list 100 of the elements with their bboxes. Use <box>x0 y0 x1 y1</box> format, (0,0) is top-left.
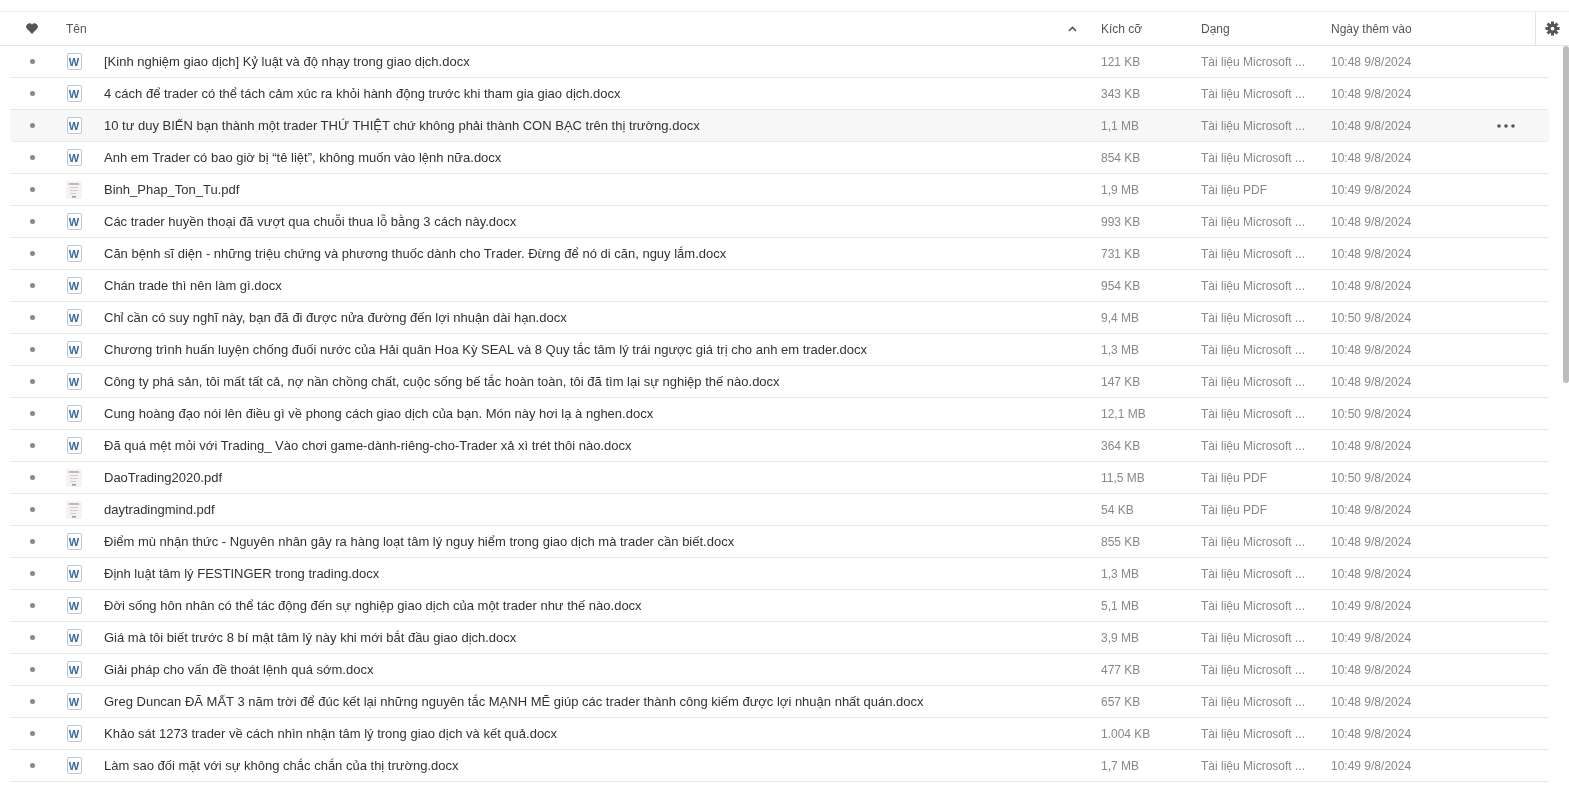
bullet-icon[interactable] <box>29 59 35 64</box>
file-type: Tài liệu Microsoft ... <box>1201 758 1306 773</box>
file-name[interactable]: DaoTrading2020.pdf <box>104 470 223 485</box>
bullet-icon[interactable] <box>29 635 35 640</box>
bullet-icon[interactable] <box>29 699 35 704</box>
file-type: Tài liệu Microsoft ... <box>1201 118 1306 133</box>
file-name[interactable]: Chương trình huấn luyện chống đuối nước của Hải quân Hoa Kỳ SEAL và 8 Quy tắc tâm lý trái ngược giá trị cho anh em trader.docx <box>104 342 867 357</box>
file-type: Tài liệu Microsoft ... <box>1201 406 1306 421</box>
file-size: 954 KB <box>1101 278 1141 293</box>
bullet-icon[interactable] <box>29 123 35 128</box>
file-name[interactable]: Căn bệnh sĩ diện - những triệu chứng và phương thuốc dành cho Trader. Đừng để nó di căn, nguy lắm.docx <box>104 246 727 261</box>
table-row[interactable]: W Làm sao đối mặt với sự không chắc chắn của thị trường.docx 1,7 MB Tài liệu Microsoft ... 10:49 9/8/2024 <box>10 750 1549 782</box>
heart-icon[interactable] <box>26 23 38 34</box>
file-type: Tài liệu Microsoft ... <box>1201 86 1306 101</box>
file-size: 343 KB <box>1101 86 1141 101</box>
table-row[interactable]: W Chán trade thì nên làm gì.docx 954 KB Tài liệu Microsoft ... 10:48 9/8/2024 <box>10 270 1549 302</box>
column-header[interactable]: Kích cỡ <box>1101 21 1143 36</box>
file-name[interactable]: Chỉ cần có suy nghĩ này, bạn đã đi được nửa đường đến lợi nhuận dài hạn.docx <box>104 310 567 325</box>
file-name[interactable]: Định luật tâm lý FESTINGER trong trading.docx <box>104 566 380 581</box>
settings-icon[interactable] <box>1545 21 1560 36</box>
file-size: 1,3 MB <box>1101 342 1139 357</box>
file-name[interactable]: Khảo sát 1273 trader về cách nhìn nhận tâm lý trong giao dịch và kết quả.docx <box>104 726 558 741</box>
file-name[interactable]: Điểm mù nhận thức - Nguyên nhân gây ra hàng loạt tâm lý nguy hiểm trong giao dịch mà trader cần biết.docx <box>104 534 735 549</box>
bullet-icon[interactable] <box>29 379 35 384</box>
table-row[interactable]: W Greg Duncan ĐÃ MẤT 3 năm trời để đúc kết lại những nguyên tắc MẠNH MẼ giúp các trader thành công kiếm được lợi nhuận nhất quán.docx 657 KB Tài liệu Microsoft ... 10:48 9/8/2024 <box>10 686 1549 718</box>
date-added: 10:50 9/8/2024 <box>1331 470 1412 485</box>
table-row[interactable]: W Đời sống hôn nhân có thể tác động đến sự nghiệp giao dịch của một trader như thế nào.docx 5,1 MB Tài liệu Microsoft ... 10:49 9/8/2024 <box>10 590 1549 622</box>
bullet-icon[interactable] <box>29 571 35 576</box>
scrollbar-thumb[interactable] <box>1563 46 1569 383</box>
word-file-icon: W <box>66 277 82 294</box>
bullet-icon[interactable] <box>29 667 35 672</box>
word-file-icon: W <box>66 373 82 390</box>
bullet-icon[interactable] <box>29 155 35 160</box>
table-row[interactable]: W 10 tư duy BIẾN bạn thành một trader THỨ THIỆT chứ không phải thành CON BẠC trên thị trường.docx 1,1 MB Tài liệu Microsoft ... 10:48 9/8/2024 <box>10 110 1549 142</box>
file-size: 993 KB <box>1101 214 1141 229</box>
table-row[interactable]: W Công ty phá sản, tôi mất tất cả, nợ nần chồng chất, cuộc sống bế tắc hoàn toàn, tôi đã tìm lại sự nghiệp thế nào.docx 147 KB Tài liệu Microsoft ... 10:48 9/8/2024 <box>10 366 1549 398</box>
bullet-icon[interactable] <box>29 475 35 480</box>
table-row[interactable]: DaoTrading2020.pdf 11,5 MB Tài liệu PDF 10:50 9/8/2024 <box>10 462 1549 494</box>
file-name[interactable]: Đã quá mệt mỏi với Trading_ Vào chơi game-dành-riêng-cho-Trader xả xì trét thôi nào.docx <box>104 438 632 453</box>
table-row[interactable]: W Căn bệnh sĩ diện - những triệu chứng và phương thuốc dành cho Trader. Đừng để nó di căn, nguy lắm.docx 731 KB Tài liệu Microsoft ... 10:48 9/8/2024 <box>10 238 1549 270</box>
file-size: 1,3 MB <box>1101 566 1139 581</box>
table-row[interactable]: W Đã quá mệt mỏi với Trading_ Vào chơi game-dành-riêng-cho-Trader xả xì trét thôi nào.docx 364 KB Tài liệu Microsoft ... 10:48 9/8/2024 <box>10 430 1549 462</box>
file-name[interactable]: 10 tư duy BIẾN bạn thành một trader THỨ THIỆT chứ không phải thành CON BẠC trên thị trường.docx <box>104 118 700 133</box>
bullet-icon[interactable] <box>29 283 35 288</box>
date-added: 10:50 9/8/2024 <box>1331 310 1412 325</box>
file-size: 12,1 MB <box>1101 406 1146 421</box>
file-name[interactable]: 4 cách để trader có thể tách cảm xúc ra khỏi hành động trước khi tham gia giao dịch.docx <box>104 86 621 101</box>
table-row[interactable]: W Định luật tâm lý FESTINGER trong trading.docx 1,3 MB Tài liệu Microsoft ... 10:48 9/8/2024 <box>10 558 1549 590</box>
bullet-icon[interactable] <box>29 219 35 224</box>
date-added: 10:50 9/8/2024 <box>1331 406 1412 421</box>
bullet-icon[interactable] <box>29 315 35 320</box>
bullet-icon[interactable] <box>29 347 35 352</box>
date-added: 10:48 9/8/2024 <box>1331 246 1412 261</box>
file-name[interactable]: Greg Duncan ĐÃ MẤT 3 năm trời để đúc kết lại những nguyên tắc MẠNH MẼ giúp các trader thành công kiếm được lợi nhuận nhất quán.docx <box>104 694 924 709</box>
table-row[interactable]: W Giải pháp cho vấn đề thoát lệnh quá sớm.docx 477 KB Tài liệu Microsoft ... 10:48 9/8/2024 <box>10 654 1549 686</box>
date-added: 10:48 9/8/2024 <box>1331 278 1412 293</box>
date-added: 10:48 9/8/2024 <box>1331 86 1412 101</box>
table-row[interactable]: W Chương trình huấn luyện chống đuối nước của Hải quân Hoa Kỳ SEAL và 8 Quy tắc tâm lý trái ngược giá trị cho anh em trader.docx 1,3 MB Tài liệu Microsoft ... 10:48 9/8/2024 <box>10 334 1549 366</box>
bullet-icon[interactable] <box>29 539 35 544</box>
file-name[interactable]: daytradingmind.pdf <box>104 502 215 517</box>
file-name[interactable]: Đời sống hôn nhân có thể tác động đến sự nghiệp giao dịch của một trader như thế nào.docx <box>104 598 642 613</box>
file-size: 3,9 MB <box>1101 630 1139 645</box>
bullet-icon[interactable] <box>29 411 35 416</box>
file-name[interactable]: Giải pháp cho vấn đề thoát lệnh quá sớm.docx <box>104 662 374 677</box>
file-type: Tài liệu Microsoft ... <box>1201 342 1306 357</box>
table-row[interactable]: W Điểm mù nhận thức - Nguyên nhân gây ra hàng loạt tâm lý nguy hiểm trong giao dịch mà trader cần biết.docx 855 KB Tài liệu Microsoft ... 10:48 9/8/2024 <box>10 526 1549 558</box>
bullet-icon[interactable] <box>29 731 35 736</box>
table-row[interactable]: W Các trader huyền thoại đã vượt qua chuỗi thua lỗ bằng 3 cách này.docx 993 KB Tài liệu Microsoft ... 10:48 9/8/2024 <box>10 206 1549 238</box>
table-row[interactable]: W Anh em Trader có bao giờ bị “tê liệt”, không muốn vào lệnh nữa.docx 854 KB Tài liệu Microsoft ... 10:48 9/8/2024 <box>10 142 1549 174</box>
file-name[interactable]: Giá mà tôi biết trước 8 bí mật tâm lý này khi mới bắt đầu giao dịch.docx <box>104 630 517 645</box>
word-file-icon: W <box>66 629 82 646</box>
bullet-icon[interactable] <box>29 251 35 256</box>
file-name[interactable]: Làm sao đối mặt với sự không chắc chắn của thị trường.docx <box>104 758 459 773</box>
table-row[interactable]: W Cung hoàng đạo nói lên điều gì về phong cách giao dịch của bạn. Món này hơi lạ à nghen.docx 12,1 MB Tài liệu Microsoft ... 10:50 9/8/2024 <box>10 398 1549 430</box>
bullet-icon[interactable] <box>29 763 35 768</box>
table-row[interactable]: W Giá mà tôi biết trước 8 bí mật tâm lý này khi mới bắt đầu giao dịch.docx 3,9 MB Tài liệu Microsoft ... 10:49 9/8/2024 <box>10 622 1549 654</box>
bullet-icon[interactable] <box>29 507 35 512</box>
word-file-icon: W <box>66 213 82 230</box>
bullet-icon[interactable] <box>29 443 35 448</box>
table-row[interactable]: W [Kinh nghiệm giao dịch] Kỷ luật và độ nhạy trong giao dịch.docx 121 KB Tài liệu Microsoft ... 10:48 9/8/2024 <box>10 46 1549 78</box>
bullet-icon[interactable] <box>29 603 35 608</box>
file-name[interactable]: Binh_Phap_Ton_Tu.pdf <box>104 182 240 197</box>
table-row[interactable]: W Chỉ cần có suy nghĩ này, bạn đã đi được nửa đường đến lợi nhuận dài hạn.docx 9,4 MB Tài liệu Microsoft ... 10:50 9/8/2024 <box>10 302 1549 334</box>
file-name[interactable]: Cung hoàng đạo nói lên điều gì về phong cách giao dịch của bạn. Món này hơi lạ à nghen.docx <box>104 406 654 421</box>
column-header[interactable]: Tên <box>66 21 87 36</box>
sort-caret-icon[interactable] <box>1068 25 1077 32</box>
bullet-icon[interactable] <box>29 91 35 96</box>
file-name[interactable]: Các trader huyền thoại đã vượt qua chuỗi thua lỗ bằng 3 cách này.docx <box>104 214 517 229</box>
file-name[interactable]: Anh em Trader có bao giờ bị “tê liệt”, không muốn vào lệnh nữa.docx <box>104 150 502 165</box>
table-row[interactable]: W Khảo sát 1273 trader về cách nhìn nhận tâm lý trong giao dịch và kết quả.docx 1.004 KB Tài liệu Microsoft ... 10:48 9/8/2024 <box>10 718 1549 750</box>
bullet-icon[interactable] <box>29 187 35 192</box>
table-row[interactable]: Binh_Phap_Ton_Tu.pdf 1,9 MB Tài liệu PDF 10:49 9/8/2024 <box>10 174 1549 206</box>
file-name[interactable]: Công ty phá sản, tôi mất tất cả, nợ nần chồng chất, cuộc sống bế tắc hoàn toàn, tôi đã tìm lại sự nghiệp thế nào.docx <box>104 374 780 389</box>
file-name[interactable]: [Kinh nghiệm giao dịch] Kỷ luật và độ nhạy trong giao dịch.docx <box>104 54 470 69</box>
table-row[interactable]: daytradingmind.pdf 54 KB Tài liệu PDF 10:48 9/8/2024 <box>10 494 1549 526</box>
column-header[interactable]: Ngày thêm vào <box>1331 21 1412 36</box>
file-size: 1,7 MB <box>1101 758 1139 773</box>
file-type: Tài liệu Microsoft ... <box>1201 278 1306 293</box>
column-header[interactable]: Dạng <box>1201 21 1230 36</box>
file-name[interactable]: Chán trade thì nên làm gì.docx <box>104 278 282 293</box>
